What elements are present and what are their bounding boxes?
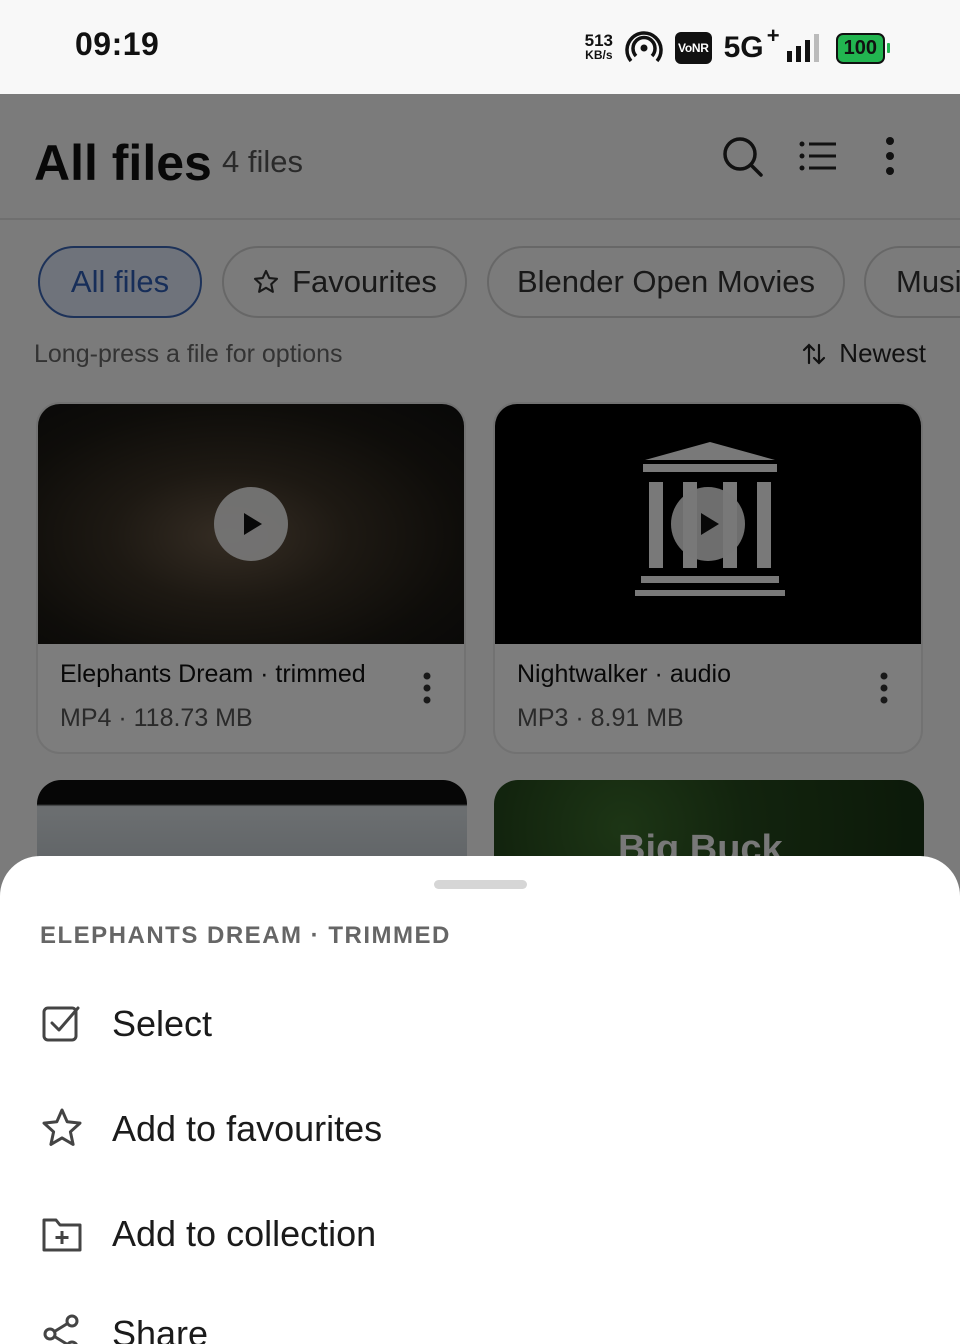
drag-handle[interactable] xyxy=(434,880,527,889)
net-speed-value: 513 xyxy=(584,31,614,50)
add-to-favourites-action[interactable]: Add to favourites xyxy=(0,1079,960,1179)
signal-icon xyxy=(786,34,819,62)
network-plus: + xyxy=(766,23,780,48)
hotspot-icon xyxy=(625,31,663,63)
vonr-badge: VoNR xyxy=(675,32,712,64)
battery-tip xyxy=(887,43,890,53)
share-icon xyxy=(43,1314,79,1344)
select-action[interactable]: Select xyxy=(0,974,960,1074)
share-action[interactable]: Share xyxy=(0,1284,960,1344)
action-label: Add to favourites xyxy=(112,1108,383,1149)
action-label: Share xyxy=(112,1313,209,1344)
battery-level: 100 xyxy=(835,32,885,64)
battery-indicator: 100 xyxy=(835,32,890,64)
folder-add-icon xyxy=(42,1218,82,1252)
status-bar: 09:19 513 KB/s VoNR 5G + 100 xyxy=(0,0,960,94)
add-to-collection-action[interactable]: Add to collection xyxy=(0,1184,960,1284)
sheet-title: ELEPHANTS DREAM · TRIMMED xyxy=(40,922,451,949)
net-speed: 513 KB/s xyxy=(584,31,614,62)
bottom-sheet: ELEPHANTS DREAM · TRIMMED Select Add to … xyxy=(0,856,960,1344)
checkbox-icon xyxy=(42,1006,80,1042)
network-type: 5G + xyxy=(723,23,780,65)
clock: 09:19 xyxy=(75,26,160,62)
network-label: 5G xyxy=(723,31,764,64)
net-speed-unit: KB/s xyxy=(585,48,613,62)
action-label: Add to collection xyxy=(112,1213,377,1254)
status-icons: 513 KB/s VoNR 5G + 100 xyxy=(584,23,890,68)
action-label: Select xyxy=(112,1003,213,1044)
star-icon xyxy=(42,1108,82,1146)
